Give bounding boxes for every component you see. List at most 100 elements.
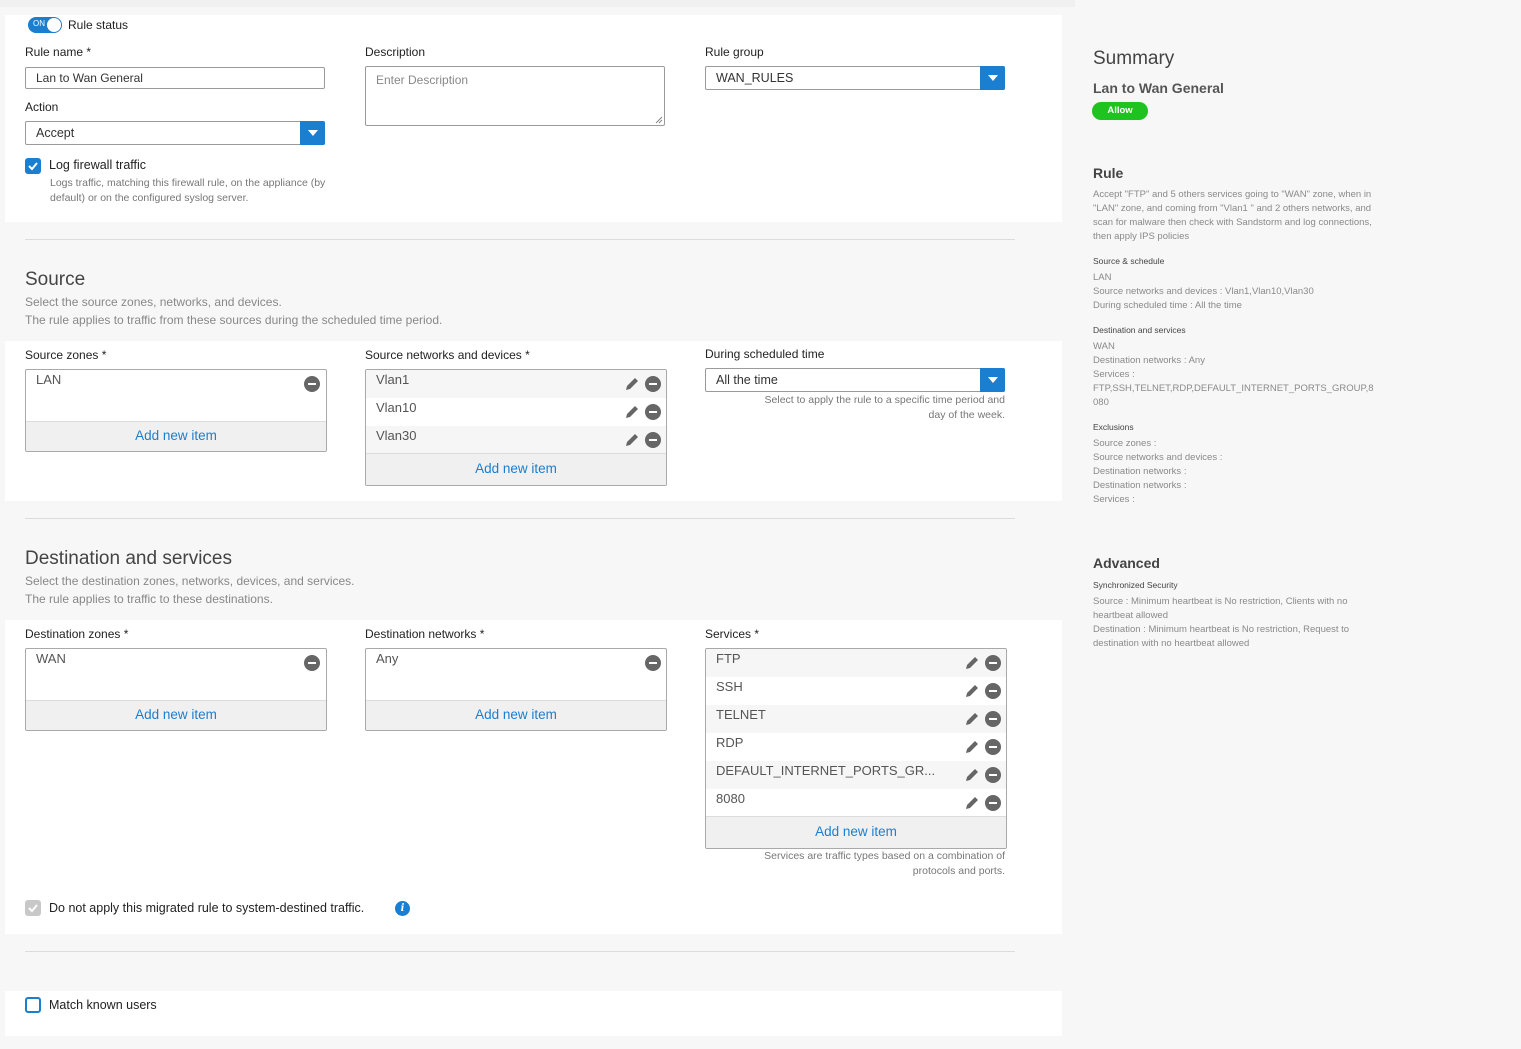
list-item: WAN bbox=[26, 649, 326, 677]
remove-icon[interactable] bbox=[645, 655, 661, 671]
action-select[interactable]: Accept bbox=[25, 121, 325, 145]
list-item: TELNET bbox=[706, 705, 1006, 733]
list-item-label: SSH bbox=[716, 679, 743, 694]
summary-rule-text: Accept "FTP" and 5 others services going… bbox=[1093, 189, 1372, 242]
destination-subtitle-2: The rule applies to traffic to these des… bbox=[25, 592, 273, 606]
add-new-item-button[interactable]: Add new item bbox=[26, 421, 326, 451]
pencil-icon[interactable] bbox=[964, 795, 980, 811]
pencil-icon[interactable] bbox=[624, 404, 640, 420]
schedule-help-1: Select to apply the rule to a specific t… bbox=[764, 394, 1005, 406]
match-users-label: Match known users bbox=[49, 998, 157, 1012]
schedule-help-2: day of the week. bbox=[928, 409, 1005, 421]
log-traffic-help-1: Logs traffic, matching this firewall rul… bbox=[50, 177, 326, 189]
toggle-on-text: ON bbox=[33, 19, 45, 28]
summary-title: Summary bbox=[1093, 48, 1175, 69]
list-item: Vlan10 bbox=[366, 398, 666, 426]
destination-zones-list: WAN Add new item bbox=[25, 648, 327, 731]
list-item-label: Vlan10 bbox=[376, 400, 417, 415]
summary-sync-line: Source : Minimum heartbeat is No restric… bbox=[1093, 596, 1348, 607]
source-networks-label: Source networks and devices * bbox=[365, 348, 530, 362]
pencil-icon[interactable] bbox=[964, 739, 980, 755]
migrated-rule-label: Do not apply this migrated rule to syste… bbox=[49, 901, 365, 915]
remove-icon[interactable] bbox=[985, 739, 1001, 755]
summary-source-line: During scheduled time : All the time bbox=[1093, 300, 1242, 311]
log-traffic-checkbox[interactable] bbox=[25, 158, 41, 174]
pencil-icon[interactable] bbox=[624, 376, 640, 392]
list-item-label: Any bbox=[376, 651, 399, 666]
description-placeholder: Enter Description bbox=[376, 73, 469, 87]
remove-icon[interactable] bbox=[985, 767, 1001, 783]
remove-icon[interactable] bbox=[304, 376, 320, 392]
chevron-down-icon[interactable] bbox=[980, 368, 1005, 392]
rule-name-input[interactable]: Lan to Wan General bbox=[25, 67, 325, 89]
summary-sync-line: destination with no heartbeat allowed bbox=[1093, 638, 1250, 649]
remove-icon[interactable] bbox=[985, 655, 1001, 671]
resize-handle-icon[interactable] bbox=[655, 116, 663, 124]
chevron-down-icon[interactable] bbox=[300, 121, 325, 145]
rule-group-value: WAN_RULES bbox=[716, 71, 794, 85]
toggle-knob bbox=[47, 18, 61, 32]
summary-exclusion-line: Destination networks : bbox=[1093, 480, 1187, 491]
summary-exclusions-heading: Exclusions bbox=[1093, 422, 1134, 432]
chevron-down-icon[interactable] bbox=[980, 66, 1005, 90]
summary-exclusion-line: Services : bbox=[1093, 494, 1135, 505]
add-new-item-button[interactable]: Add new item bbox=[366, 700, 666, 730]
remove-icon[interactable] bbox=[304, 655, 320, 671]
summary-source-heading: Source & schedule bbox=[1093, 256, 1165, 266]
remove-icon[interactable] bbox=[645, 404, 661, 420]
summary-sync-line: Destination : Minimum heartbeat is No re… bbox=[1093, 624, 1350, 635]
list-item: SSH bbox=[706, 677, 1006, 705]
source-subtitle-1: Select the source zones, networks, and d… bbox=[25, 295, 282, 309]
rule-status-label: Rule status bbox=[68, 18, 129, 32]
schedule-select[interactable]: All the time bbox=[705, 368, 1005, 392]
summary-dest-line: 080 bbox=[1093, 397, 1109, 408]
summary-dest-heading: Destination and services bbox=[1093, 325, 1186, 335]
summary-advanced-heading: Advanced bbox=[1093, 555, 1160, 571]
destination-title: Destination and services bbox=[25, 548, 232, 569]
remove-icon[interactable] bbox=[985, 683, 1001, 699]
add-new-item-button[interactable]: Add new item bbox=[706, 816, 1006, 848]
services-help-2: protocols and ports. bbox=[912, 865, 1005, 877]
rule-name-label: Rule name * bbox=[25, 45, 92, 59]
rule-group-select[interactable]: WAN_RULES bbox=[705, 66, 1005, 90]
match-users-checkbox[interactable] bbox=[25, 997, 41, 1013]
pencil-icon[interactable] bbox=[964, 767, 980, 783]
description-label: Description bbox=[365, 45, 426, 59]
pencil-icon[interactable] bbox=[964, 655, 980, 671]
info-icon[interactable]: i bbox=[395, 901, 410, 916]
list-item: Vlan30 bbox=[366, 426, 666, 454]
match-users-card bbox=[5, 991, 1062, 1036]
action-label: Action bbox=[25, 100, 59, 114]
pencil-icon[interactable] bbox=[624, 432, 640, 448]
destination-networks-label: Destination networks * bbox=[365, 627, 485, 641]
services-list: FTP SSH TELNET RDP DEFAULT_INTERNET_PORT… bbox=[705, 648, 1007, 849]
add-new-item-button[interactable]: Add new item bbox=[366, 453, 666, 485]
destination-zones-label: Destination zones * bbox=[25, 627, 129, 641]
list-item: DEFAULT_INTERNET_PORTS_GR... bbox=[706, 761, 1006, 789]
schedule-value: All the time bbox=[716, 373, 778, 387]
remove-icon[interactable] bbox=[985, 795, 1001, 811]
list-item-label: Vlan30 bbox=[376, 428, 417, 443]
summary-dest-line: WAN bbox=[1093, 341, 1115, 352]
rule-status-toggle[interactable]: ON bbox=[28, 17, 62, 33]
remove-icon[interactable] bbox=[985, 711, 1001, 727]
summary-exclusion-line: Source networks and devices : bbox=[1093, 452, 1223, 463]
source-subtitle-2: The rule applies to traffic from these s… bbox=[25, 313, 443, 327]
source-networks-list: Vlan1 Vlan10 Vlan30 Add new item bbox=[365, 369, 667, 486]
pencil-icon[interactable] bbox=[964, 683, 980, 699]
source-title: Source bbox=[25, 269, 86, 290]
log-traffic-help-2: default) or on the configured syslog ser… bbox=[50, 192, 249, 204]
list-item: RDP bbox=[706, 733, 1006, 761]
remove-icon[interactable] bbox=[645, 432, 661, 448]
add-new-item-button[interactable]: Add new item bbox=[26, 700, 326, 730]
list-item: FTP bbox=[706, 649, 1006, 677]
remove-icon[interactable] bbox=[645, 376, 661, 392]
list-item-label: Vlan1 bbox=[376, 372, 410, 387]
migrated-rule-checkbox[interactable] bbox=[25, 900, 41, 916]
summary-sync-heading: Synchronized Security bbox=[1093, 580, 1178, 590]
summary-dest-line: FTP,SSH,TELNET,RDP,DEFAULT_INTERNET_PORT… bbox=[1093, 383, 1374, 394]
description-textarea[interactable]: Enter Description bbox=[365, 66, 665, 126]
pencil-icon[interactable] bbox=[964, 711, 980, 727]
log-traffic-label: Log firewall traffic bbox=[49, 158, 147, 172]
list-item-label: RDP bbox=[716, 735, 744, 750]
